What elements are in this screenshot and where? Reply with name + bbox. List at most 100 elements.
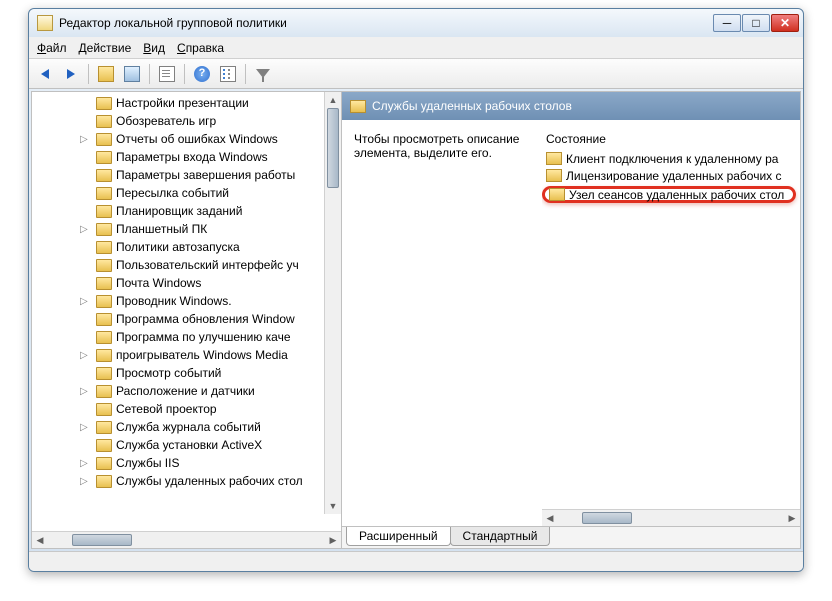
filter-icon (256, 69, 270, 78)
tree-item[interactable]: Просмотр событий (32, 364, 341, 382)
scroll-thumb[interactable] (582, 512, 632, 524)
state-item[interactable]: Лицензирование удаленных рабочих с (542, 167, 800, 184)
folder-icon (96, 259, 112, 272)
tree-item[interactable]: Пересылка событий (32, 184, 341, 202)
statusbar (29, 551, 803, 571)
toolbar: ? (29, 59, 803, 89)
state-item[interactable]: Узел сеансов удаленных рабочих стол (542, 186, 796, 203)
tree-item-label: Расположение и датчики (116, 384, 255, 398)
tree-item-label: Политики автозапуска (116, 240, 240, 254)
menu-file[interactable]: Файл (37, 41, 67, 55)
tree-item-label: Параметры входа Windows (116, 150, 268, 164)
minimize-button[interactable]: ─ (713, 14, 741, 32)
tree-panel: Настройки презентации Обозреватель игр ▷ От… (32, 92, 342, 548)
detail-panel: Службы удаленных рабочих столов Чтобы пр… (342, 92, 800, 548)
scroll-thumb[interactable] (327, 108, 339, 188)
tree-item[interactable]: Обозреватель игр (32, 112, 341, 130)
tree-item-label: Пересылка событий (116, 186, 229, 200)
tree-item-label: Просмотр событий (116, 366, 221, 380)
close-button[interactable]: ✕ (771, 14, 799, 32)
detail-horizontal-scrollbar[interactable]: ◀ ▶ (542, 509, 800, 526)
tree-item-label: Программа по улучшению каче (116, 330, 291, 344)
tree-item-label: Служба журнала событий (116, 420, 261, 434)
menu-view[interactable]: Вид (143, 41, 165, 55)
folder-up-button[interactable] (94, 62, 118, 86)
folder-icon (96, 115, 112, 128)
folder-icon (96, 457, 112, 470)
tree-item[interactable]: Параметры завершения работы (32, 166, 341, 184)
tree-item[interactable]: ▷Службы удаленных рабочих стол (32, 472, 341, 490)
expand-icon[interactable]: ▷ (80, 422, 92, 433)
tree-item[interactable]: Сетевой проектор (32, 400, 341, 418)
folder-icon (96, 349, 112, 362)
tree-item-label: Отчеты об ошибках Windows (116, 132, 278, 146)
forward-button[interactable] (59, 62, 83, 86)
tree-item-label: Планировщик заданий (116, 204, 242, 218)
state-item[interactable]: Клиент подключения к удаленному ра (542, 150, 800, 167)
tree-item[interactable]: Программа по улучшению каче (32, 328, 341, 346)
arrow-right-icon (67, 69, 75, 79)
tree-item[interactable]: ▷ Расположение и датчики (32, 382, 341, 400)
tree-item[interactable]: Параметры входа Windows (32, 148, 341, 166)
folder-icon (96, 313, 112, 326)
tree-item[interactable]: ▷ проигрыватель Windows Media (32, 346, 341, 364)
expand-icon[interactable]: ▷ (80, 476, 92, 487)
scroll-right-icon[interactable]: ▶ (325, 532, 341, 548)
state-item-label: Лицензирование удаленных рабочих с (566, 169, 782, 183)
expand-icon[interactable]: ▷ (80, 350, 92, 361)
tree: Настройки презентации Обозреватель игр ▷ От… (32, 92, 341, 492)
folder-icon (546, 169, 562, 182)
tree-item[interactable]: Политики автозапуска (32, 238, 341, 256)
export-button[interactable] (155, 62, 179, 86)
help-button[interactable]: ? (190, 62, 214, 86)
show-hide-button[interactable] (120, 62, 144, 86)
menu-help[interactable]: Справка (177, 41, 224, 55)
expand-icon[interactable]: ▷ (80, 224, 92, 235)
folder-icon (96, 187, 112, 200)
tree-item-label: Настройки презентации (116, 96, 249, 110)
tree-scroll: Настройки презентации Обозреватель игр ▷ От… (32, 92, 341, 531)
expand-icon[interactable]: ▷ (80, 386, 92, 397)
expand-icon[interactable]: ▷ (80, 134, 92, 145)
maximize-button[interactable]: □ (742, 14, 770, 32)
tree-horizontal-scrollbar[interactable]: ◀ ▶ (32, 531, 341, 548)
titlebar[interactable]: Редактор локальной групповой политики ─ … (29, 9, 803, 37)
scroll-left-icon[interactable]: ◀ (542, 510, 558, 526)
tree-item[interactable]: ▷ Отчеты об ошибках Windows (32, 130, 341, 148)
folder-icon (96, 277, 112, 290)
tree-item[interactable]: ▷Проводник Windows. (32, 292, 341, 310)
expand-icon[interactable]: ▷ (80, 296, 92, 307)
filter-button[interactable] (251, 62, 275, 86)
tree-item[interactable]: Почта Windows (32, 274, 341, 292)
scroll-left-icon[interactable]: ◀ (32, 532, 48, 548)
tree-item[interactable]: ▷ Служба журнала событий (32, 418, 341, 436)
detail-title: Службы удаленных рабочих столов (372, 99, 572, 113)
tree-item[interactable]: Планировщик заданий (32, 202, 341, 220)
scroll-up-icon[interactable]: ▲ (325, 92, 341, 108)
back-button[interactable] (33, 62, 57, 86)
properties-button[interactable] (216, 62, 240, 86)
tree-item[interactable]: Пользовательский интерфейс уч (32, 256, 341, 274)
state-item-label: Клиент подключения к удаленному ра (566, 152, 778, 166)
folder-icon (350, 100, 366, 113)
toolbar-separator (88, 64, 89, 84)
tree-item[interactable]: ▷ Службы IIS (32, 454, 341, 472)
scroll-right-icon[interactable]: ▶ (784, 510, 800, 526)
tree-item[interactable]: Настройки презентации (32, 94, 341, 112)
scroll-down-icon[interactable]: ▼ (325, 498, 341, 514)
tree-item[interactable]: Служба установки ActiveX (32, 436, 341, 454)
tab-standard[interactable]: Стандартный (450, 527, 551, 546)
folder-icon (96, 385, 112, 398)
folder-icon (96, 367, 112, 380)
tree-item[interactable]: ▷Планшетный ПК (32, 220, 341, 238)
folder-icon (96, 169, 112, 182)
tree-item-label: проигрыватель Windows Media (116, 348, 288, 362)
tree-item[interactable]: Программа обновления Window (32, 310, 341, 328)
tree-item-label: Пользовательский интерфейс уч (116, 258, 299, 272)
tree-item-label: Службы IIS (116, 456, 179, 470)
menu-action[interactable]: Действие (79, 41, 132, 55)
tab-extended[interactable]: Расширенный (346, 527, 451, 546)
tree-vertical-scrollbar[interactable]: ▲ ▼ (324, 92, 341, 514)
expand-icon[interactable]: ▷ (80, 458, 92, 469)
scroll-thumb[interactable] (72, 534, 132, 546)
